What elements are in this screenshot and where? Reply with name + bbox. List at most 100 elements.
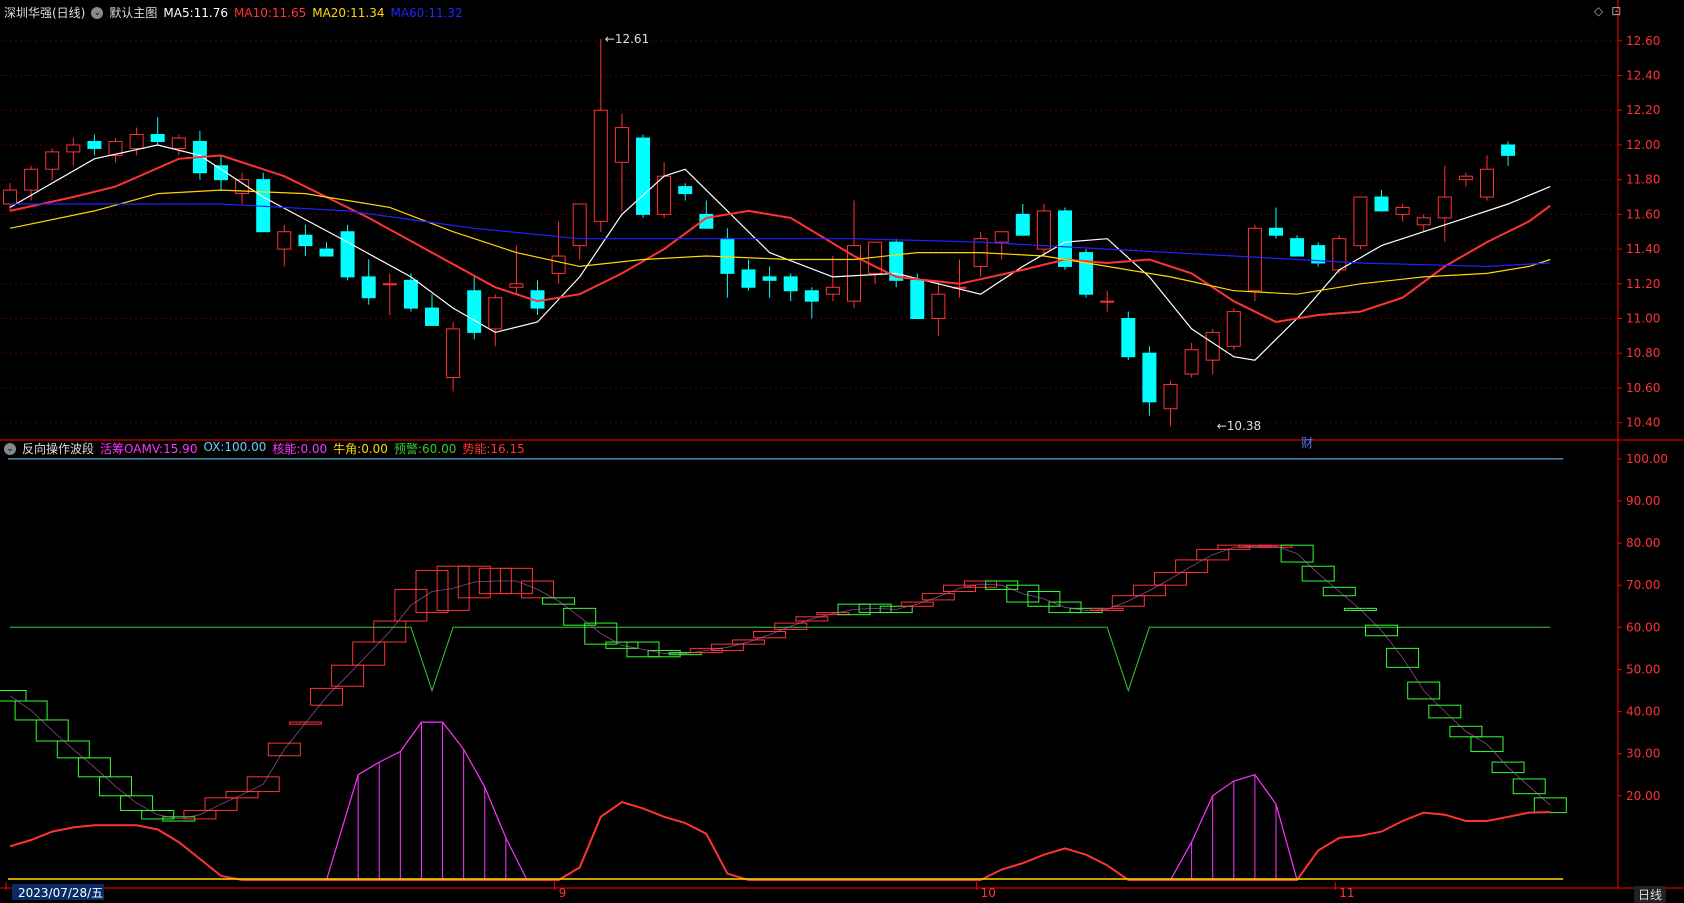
candle-body-56	[1184, 349, 1199, 375]
ma-legend-group-1: MA10: 11.65	[234, 6, 306, 20]
candle-body-39	[825, 286, 840, 295]
candle-35	[741, 259, 756, 291]
main-tick-label-11: 12.60	[1626, 34, 1660, 48]
ma-legend-value-3: 11.32	[428, 5, 463, 20]
ind-tick-label-5: 70.00	[1626, 578, 1660, 592]
candle-53	[1121, 311, 1136, 361]
indicator-y-axis: 20.00 30.00 40.00 50.00 60.00 70.00 80.00 90.00…	[1618, 452, 1668, 803]
indicator-toggle-icon[interactable]: ⌄	[4, 442, 16, 455]
ind-legend-group-2: 核能: 0.00	[272, 440, 327, 457]
ind-legend-3: 牛角:	[333, 442, 362, 456]
candle-body-24	[509, 283, 524, 288]
candle-32	[678, 183, 693, 201]
candle-body-4	[87, 140, 102, 149]
indicator-legend-items: 活筹OAMV: 15.90 OX: 100.00 核能: 0.00 牛角: 0.00 预…	[100, 440, 525, 457]
ma-legend-3: MA60:	[390, 5, 429, 20]
indicator-name[interactable]: 反向操作波段	[22, 440, 94, 457]
ind-tick-label-2: 40.00	[1626, 705, 1660, 719]
candle-38	[804, 287, 819, 319]
candle-51	[1079, 249, 1094, 298]
ind-legend-group-1: OX: 100.00	[203, 440, 266, 457]
candle-body-0	[3, 189, 17, 205]
candle-46	[973, 231, 988, 277]
ind-legend-5: 势能:	[462, 442, 491, 456]
candle-13	[277, 224, 292, 267]
candle-body-17	[361, 276, 376, 299]
template-name[interactable]: 默认主图	[109, 4, 157, 21]
ind-tick-label-4: 60.00	[1626, 620, 1660, 634]
x-axis: 2023/07/28/五 9 10 11	[5, 882, 1355, 900]
candle-body-63	[1332, 238, 1347, 271]
ma-legend-items: MA5: 11.76 MA10: 11.65 MA20: 11.34 MA60: 11…	[163, 6, 462, 20]
ind-legend-group-3: 牛角: 0.00	[333, 440, 388, 457]
candle-body-68	[1437, 196, 1452, 219]
candle-23	[488, 294, 503, 347]
ind-tick-label-7: 90.00	[1626, 494, 1660, 508]
candle-3	[66, 138, 81, 166]
main-y-axis: 10.40 10.60 10.80 11.00 11.20 11.40 11.60 11.80…	[1618, 34, 1660, 430]
ma-legend-group-0: MA5: 11.76	[163, 6, 228, 20]
ind-legend-value-5: 16.15	[490, 442, 525, 456]
window-icon[interactable]: ⊡	[1611, 4, 1621, 18]
candle-body-60	[1269, 227, 1283, 236]
main-legend: 深圳华强(日线) ⌄ 默认主图 MA5: 11.76 MA10: 11.65 MA2…	[4, 4, 463, 21]
candle-body-1	[24, 168, 39, 191]
candle-body-21	[446, 328, 461, 379]
ma-legend-value-2: 11.34	[350, 5, 385, 20]
price-annotation-2: 财	[1301, 436, 1313, 450]
candle-body-13	[277, 231, 292, 250]
template-toggle-icon[interactable]: ⌄	[91, 6, 104, 19]
candle-17	[361, 259, 376, 305]
main-tick-label-5: 11.40	[1626, 242, 1660, 256]
ind-tick-label-1: 30.00	[1626, 747, 1660, 761]
main-tick-label-3: 11.00	[1626, 312, 1660, 326]
candle-21	[446, 321, 461, 392]
candle-body-38	[804, 290, 819, 302]
candle-56	[1184, 342, 1199, 378]
candle-31	[657, 162, 672, 218]
candle-36	[762, 266, 777, 298]
candle-body-6	[129, 134, 144, 149]
candle-body-23	[488, 297, 503, 330]
candle-6	[129, 127, 144, 156]
ma-legend-value-1: 11.65	[271, 5, 307, 20]
ind-legend-group-0: 活筹OAMV: 15.90	[100, 440, 197, 457]
candle-body-37	[783, 276, 798, 292]
candle-30	[636, 134, 650, 218]
candle-2	[45, 148, 60, 180]
main-tick-label-8: 12.00	[1626, 138, 1660, 152]
ind-legend-group-5: 势能: 16.15	[462, 440, 524, 457]
candle-57	[1205, 328, 1220, 375]
symbol-title: 深圳华强(日线)	[4, 6, 86, 20]
price-annotation-0: ←12.61	[605, 32, 649, 46]
candle-14	[298, 224, 313, 257]
candle-body-30	[636, 137, 650, 215]
ind-legend-0: 活筹OAMV:	[100, 442, 164, 456]
candle-body-2	[45, 151, 60, 170]
main-tick-label-6: 11.60	[1626, 207, 1660, 221]
ma-legend-1: MA10:	[234, 5, 272, 20]
candle-body-14	[298, 234, 313, 247]
main-tick-label-1: 10.60	[1626, 381, 1660, 395]
wave-box-73	[1533, 797, 1567, 814]
top-right-icons: ◇ ⊡	[1594, 4, 1621, 18]
period-tab-daily[interactable]: 日线	[1634, 886, 1667, 903]
candle-26	[551, 221, 566, 284]
candle-4	[87, 134, 102, 156]
candle-67	[1416, 214, 1431, 232]
candle-body-3	[66, 144, 81, 153]
indicator-plot	[0, 458, 1567, 881]
diamond-icon[interactable]: ◇	[1594, 4, 1603, 18]
candle-body-16	[340, 231, 355, 278]
x-label-0: 2023/07/28/五	[18, 886, 103, 900]
candle-64	[1353, 196, 1368, 250]
candle-body-52	[1100, 300, 1115, 303]
candle-body-36	[762, 276, 777, 281]
ind-tick-label-0: 20.00	[1626, 789, 1660, 803]
candle-body-19	[403, 279, 418, 309]
main-tick-label-2: 10.80	[1626, 346, 1660, 360]
candle-60	[1269, 207, 1283, 239]
candle-12	[256, 172, 271, 233]
candle-71	[1501, 141, 1516, 166]
candle-5	[108, 138, 123, 163]
